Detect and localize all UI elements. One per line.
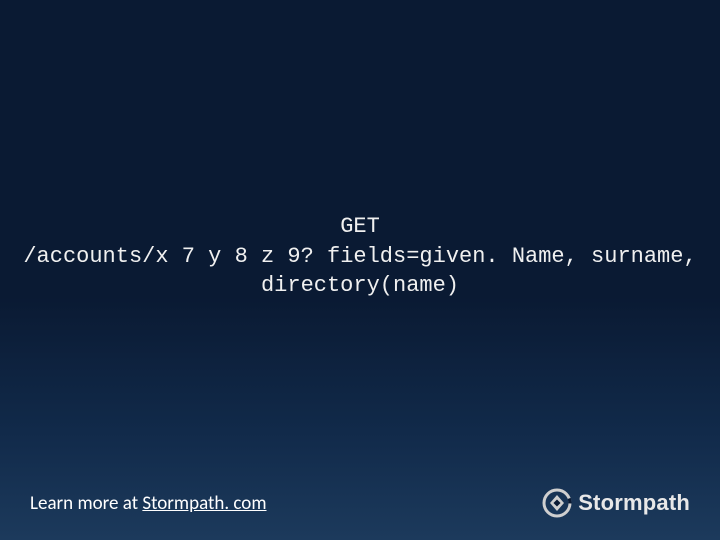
footer: Learn more at Stormpath. com Stormpath [30, 488, 690, 518]
learn-more-prefix: Learn more at [30, 492, 142, 515]
stormpath-logo-icon [542, 488, 572, 518]
stormpath-link[interactable]: Stormpath. com [142, 492, 266, 515]
brand-logo: Stormpath [542, 488, 690, 518]
code-line-2: /accounts/x 7 y 8 z 9? fields=given. Nam… [23, 244, 696, 269]
code-line-3: directory(name) [261, 273, 459, 298]
code-snippet: GET /accounts/x 7 y 8 z 9? fields=given.… [0, 212, 720, 301]
slide: GET /accounts/x 7 y 8 z 9? fields=given.… [0, 0, 720, 540]
code-line-1: GET [340, 214, 380, 239]
learn-more-text: Learn more at Stormpath. com [30, 492, 267, 515]
brand-name: Stormpath [578, 490, 690, 516]
